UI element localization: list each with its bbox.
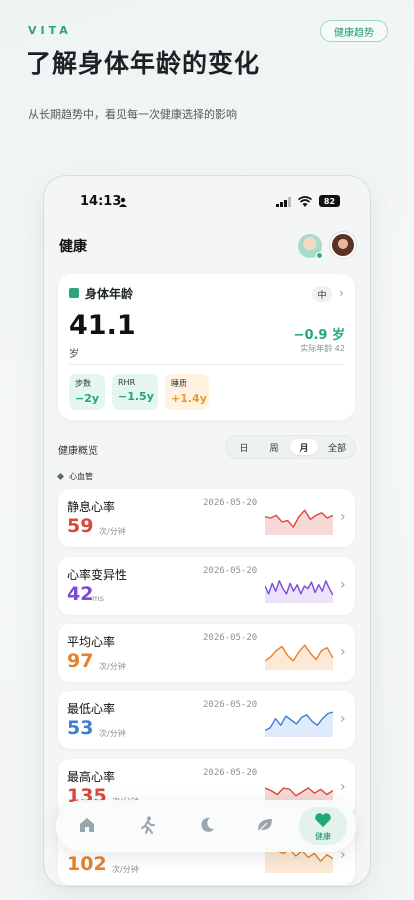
metric-value: 59: [67, 515, 94, 537]
chevron-right-icon: ›: [340, 509, 346, 525]
brand-logo: VITA: [28, 24, 72, 37]
period-selector: 日 周 月 全部: [225, 435, 356, 459]
online-indicator: [316, 252, 323, 259]
factor-value: −1.5y: [118, 390, 154, 403]
metric-unit: ms: [92, 594, 104, 603]
chevron-right-icon: ›: [340, 577, 346, 593]
metric-name: 平均心率: [67, 635, 116, 649]
factor-label: 步数: [75, 379, 91, 388]
metric-card[interactable]: 最低心率 2026-05-20 53 次/分钟 ›: [58, 691, 355, 749]
battery-icon: 82: [319, 195, 340, 207]
period-day[interactable]: 日: [230, 439, 258, 455]
metric-value: 97: [67, 650, 94, 672]
diamond-icon: [56, 472, 65, 481]
wifi-icon: [298, 196, 312, 207]
phone-frame: 14:13 82 健康 身体年龄 中 › 41.1 岁 −0.9 岁 实际年龄 …: [44, 176, 370, 886]
chevron-right-icon: ›: [340, 644, 346, 660]
divider: [69, 364, 344, 365]
metric-card[interactable]: 静息心率 2026-05-20 59 次/分钟 ›: [58, 489, 355, 547]
metric-date: 2026-05-20: [203, 498, 258, 508]
home-icon: [80, 818, 94, 832]
overview-label: 健康概览: [58, 446, 98, 457]
body-age-unit: 岁: [69, 349, 79, 360]
body-age-icon: [69, 288, 79, 298]
app-title: 健康: [59, 239, 87, 255]
chevron-right-icon: ›: [340, 779, 346, 795]
metric-unit: 次/分钟: [99, 729, 126, 738]
tab-nutrition[interactable]: [255, 815, 277, 837]
moon-icon: [201, 817, 214, 832]
body-age-value: 41.1: [69, 310, 136, 341]
tab-activity[interactable]: [137, 815, 159, 837]
metric-unit: 次/分钟: [99, 662, 126, 671]
metric-unit: 次/分钟: [112, 865, 139, 874]
page-subline: 从长期趋势中，看见每一次健康选择的影响: [28, 108, 237, 121]
metric-sparkline: [265, 580, 333, 603]
person-icon: [119, 197, 127, 207]
metric-name: 心率变异性: [67, 568, 128, 582]
activity-icon: [141, 816, 155, 834]
metric-sparkline: [265, 711, 333, 737]
metric-value: 102: [67, 853, 107, 875]
metric-unit: 次/分钟: [99, 527, 126, 536]
metric-date: 2026-05-20: [203, 768, 258, 778]
tab-home[interactable]: [77, 815, 99, 837]
metric-card[interactable]: 心率变异性 2026-05-20 42 ms ›: [58, 557, 355, 615]
status-time: 14:13: [80, 194, 122, 209]
factor-value: +1.4y: [171, 392, 207, 405]
metric-sparkline: [265, 644, 333, 670]
health-trends-button[interactable]: 健康趋势: [320, 20, 388, 42]
actual-age: 实际年龄 42: [300, 344, 345, 353]
body-age-card[interactable]: 身体年龄 中 › 41.1 岁 −0.9 岁 实际年龄 42 步数 −2y RH…: [58, 274, 355, 420]
heart-icon: [315, 813, 331, 827]
metric-name: 静息心率: [67, 500, 116, 514]
metric-card[interactable]: 平均心率 2026-05-20 97 次/分钟 ›: [58, 624, 355, 682]
factor-chip-steps[interactable]: 步数 −2y: [69, 374, 105, 410]
tab-bar: 健康: [56, 800, 356, 852]
metric-date: 2026-05-20: [203, 633, 258, 643]
sparkline-area: [265, 645, 333, 670]
metric-value: 42: [67, 583, 94, 605]
factor-label: RHR: [118, 378, 136, 387]
sparkline-area: [265, 580, 333, 603]
factor-value: −2y: [75, 392, 100, 405]
leaf-icon: [258, 819, 272, 832]
period-month[interactable]: 月: [290, 439, 318, 455]
sparkline-area: [265, 712, 333, 737]
category-text: 心血管: [69, 472, 93, 481]
tab-health[interactable]: 健康: [299, 807, 347, 845]
factor-chip-sleep[interactable]: 睡质 +1.4y: [165, 374, 209, 410]
period-week[interactable]: 周: [260, 439, 288, 455]
chevron-right-icon: ›: [340, 711, 346, 727]
cellular-signal-icon: [276, 197, 291, 207]
factor-chip-rhr[interactable]: RHR −1.5y: [112, 374, 158, 410]
tab-health-label: 健康: [315, 832, 331, 841]
period-all[interactable]: 全部: [320, 439, 354, 455]
tab-sleep[interactable]: [197, 815, 219, 837]
chevron-right-icon: ›: [339, 286, 344, 300]
body-age-title: 身体年龄: [85, 287, 134, 301]
metric-name: 最高心率: [67, 770, 116, 784]
body-age-delta: −0.9 岁: [293, 328, 345, 343]
metric-date: 2026-05-20: [203, 566, 258, 576]
status-bar: 14:13 82: [44, 176, 370, 218]
user-avatar[interactable]: [330, 232, 356, 258]
metric-date: 2026-05-20: [203, 700, 258, 710]
metric-name: 最低心率: [67, 702, 116, 716]
level-badge: 中: [312, 286, 332, 302]
page-headline: 了解身体年龄的变化: [26, 49, 261, 78]
category-label: 心血管: [56, 471, 93, 482]
metric-sparkline: [265, 509, 333, 535]
factor-label: 睡质: [171, 379, 187, 388]
metric-value: 53: [67, 717, 94, 739]
